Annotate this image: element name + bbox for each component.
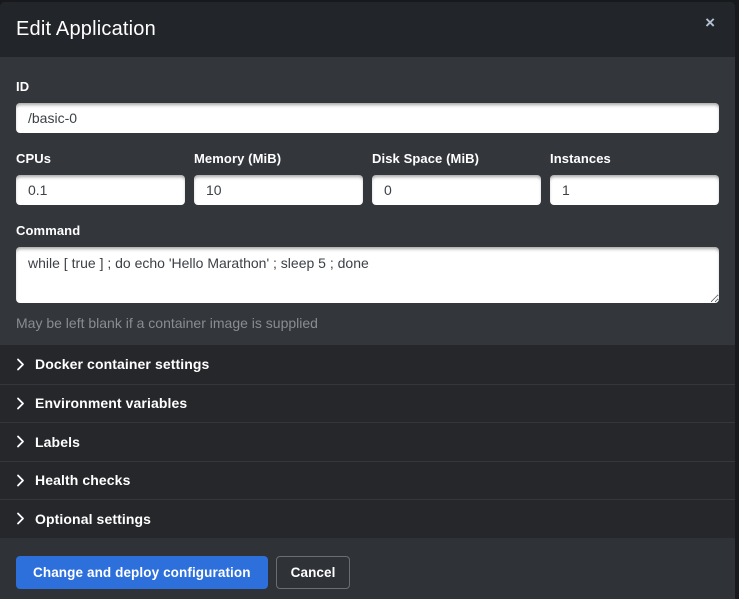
section-docker-container-settings[interactable]: Docker container settings — [0, 345, 735, 384]
cpus-field-group: CPUs — [16, 151, 185, 205]
instances-label: Instances — [550, 151, 719, 166]
command-field-group: Command while [ true ] ; do echo 'Hello … — [16, 223, 719, 331]
modal-header: Edit Application × — [0, 2, 735, 57]
chevron-right-icon — [16, 397, 25, 410]
change-and-deploy-button[interactable]: Change and deploy configuration — [16, 556, 268, 589]
chevron-right-icon — [16, 435, 25, 448]
accordion-sections: Docker container settings Environment va… — [0, 345, 735, 538]
modal-footer: Change and deploy configuration Cancel — [0, 538, 735, 599]
command-help-text: May be left blank if a container image i… — [16, 315, 719, 331]
command-label: Command — [16, 223, 719, 238]
memory-label: Memory (MiB) — [194, 151, 363, 166]
section-label: Health checks — [35, 472, 130, 488]
section-labels[interactable]: Labels — [0, 422, 735, 461]
section-label: Docker container settings — [35, 356, 209, 372]
disk-input[interactable] — [372, 175, 541, 205]
close-icon: × — [705, 13, 715, 32]
section-environment-variables[interactable]: Environment variables — [0, 384, 735, 423]
disk-label: Disk Space (MiB) — [372, 151, 541, 166]
cancel-button[interactable]: Cancel — [276, 556, 351, 589]
section-health-checks[interactable]: Health checks — [0, 461, 735, 500]
chevron-right-icon — [16, 512, 25, 525]
id-input[interactable] — [16, 103, 719, 133]
section-label: Labels — [35, 434, 80, 450]
close-button[interactable]: × — [701, 12, 719, 33]
memory-field-group: Memory (MiB) — [194, 151, 363, 205]
modal-body: ID CPUs Memory (MiB) Disk Space (MiB) In… — [0, 57, 735, 345]
instances-field-group: Instances — [550, 151, 719, 205]
chevron-right-icon — [16, 358, 25, 371]
section-label: Optional settings — [35, 511, 151, 527]
chevron-right-icon — [16, 474, 25, 487]
memory-input[interactable] — [194, 175, 363, 205]
cpus-input[interactable] — [16, 175, 185, 205]
section-label: Environment variables — [35, 395, 187, 411]
instances-input[interactable] — [550, 175, 719, 205]
disk-field-group: Disk Space (MiB) — [372, 151, 541, 205]
resources-row: CPUs Memory (MiB) Disk Space (MiB) Insta… — [16, 151, 719, 205]
modal-title: Edit Application — [16, 18, 156, 41]
id-field-group: ID — [16, 79, 719, 133]
command-textarea[interactable]: while [ true ] ; do echo 'Hello Marathon… — [16, 247, 719, 303]
cpus-label: CPUs — [16, 151, 185, 166]
id-label: ID — [16, 79, 719, 94]
edit-application-modal: Edit Application × ID CPUs Memory (MiB) … — [0, 2, 735, 599]
section-optional-settings[interactable]: Optional settings — [0, 499, 735, 538]
